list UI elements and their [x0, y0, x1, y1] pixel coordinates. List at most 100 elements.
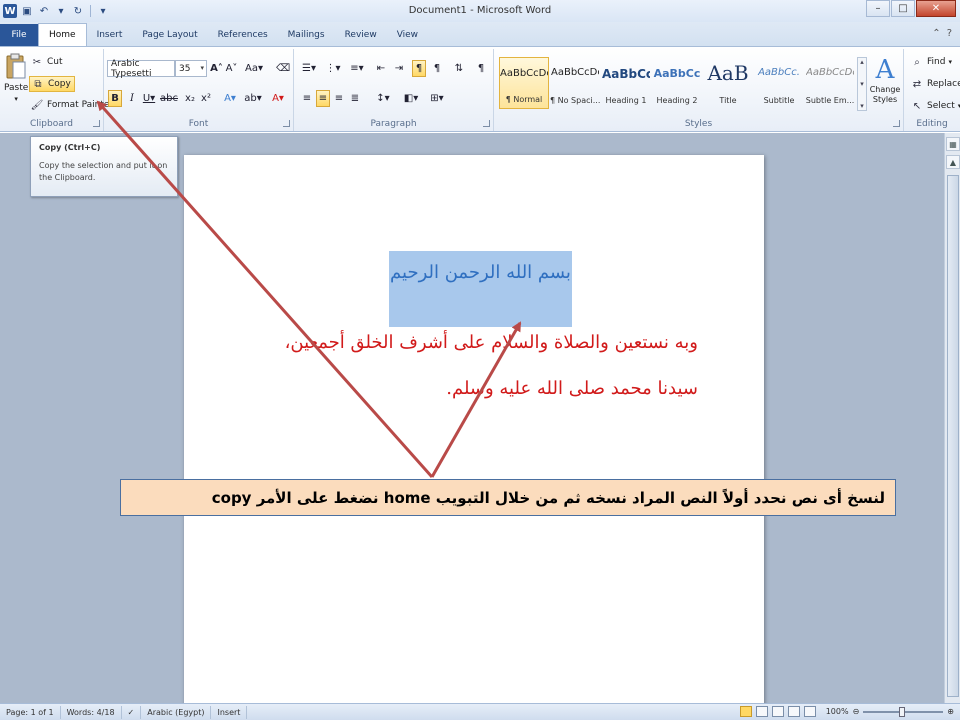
shading-icon[interactable]: ◧▾ [402, 90, 420, 107]
numbering-icon[interactable]: ⋮▾ [324, 60, 342, 77]
ltr-direction-icon[interactable]: ¶ [430, 60, 444, 77]
web-layout-icon[interactable] [771, 706, 784, 717]
tab-view[interactable]: View [387, 24, 428, 46]
text-effects-icon[interactable]: A▾ [222, 90, 238, 107]
customize-qat-icon[interactable]: ▾ [96, 4, 110, 18]
style-label: Heading 2 [656, 96, 698, 105]
underline-icon[interactable]: U▾ [142, 90, 156, 107]
font-launcher-icon[interactable] [283, 120, 290, 127]
shrink-font-icon[interactable]: A˅ [225, 60, 238, 77]
align-center-icon[interactable]: ≡ [316, 90, 330, 107]
zoom-out-icon[interactable]: ⊖ [853, 707, 860, 716]
subscript-icon[interactable]: x₂ [184, 90, 196, 107]
page-count[interactable]: Page: 1 of 1 [0, 705, 61, 719]
scrollbar-thumb[interactable] [947, 175, 959, 697]
paste-button[interactable]: Paste ▾ [4, 53, 28, 103]
document-page[interactable] [184, 155, 764, 715]
maximize-button[interactable]: □ [891, 0, 915, 17]
zoom-level[interactable]: 100% [826, 707, 849, 716]
tab-references[interactable]: References [208, 24, 278, 46]
rtl-direction-icon[interactable]: ¶ [412, 60, 426, 77]
justify-icon[interactable]: ≣ [348, 90, 362, 107]
scroll-up-icon[interactable]: ▴ [860, 58, 864, 66]
grow-font-icon[interactable]: A˄ [210, 60, 223, 77]
document-body-line[interactable]: وبه نستعين والصلاة والسلام على أشرف الخل… [220, 332, 698, 353]
scroll-down-icon[interactable]: ▾ [860, 80, 864, 88]
language-indicator[interactable]: Arabic (Egypt) [141, 705, 212, 719]
styles-launcher-icon[interactable] [893, 120, 900, 127]
font-color-icon[interactable]: A▾ [269, 90, 287, 107]
change-case-icon[interactable]: Aa▾ [245, 60, 263, 77]
font-name-combo[interactable]: Arabic Typesetti [107, 59, 175, 79]
styles-scroll[interactable]: ▴ ▾ ▾ [857, 57, 867, 111]
paste-dropdown-icon[interactable]: ▾ [14, 95, 18, 103]
font-size-combo[interactable]: 35 ▾ [175, 60, 207, 77]
full-screen-reading-icon[interactable] [755, 706, 768, 717]
style-no-spacing[interactable]: AaBbCcDc ¶ No Spaci... [550, 57, 600, 109]
align-right-icon[interactable]: ≡ [332, 90, 346, 107]
minimize-button[interactable]: – [866, 0, 890, 17]
style-subtitle[interactable]: AaBbCc. Subtitle [754, 57, 804, 109]
save-icon[interactable]: ▣ [20, 4, 34, 18]
show-formatting-icon[interactable]: ¶ [474, 60, 488, 77]
strikethrough-icon[interactable]: abc [160, 90, 178, 107]
increase-indent-icon[interactable]: ⇥ [392, 60, 406, 77]
vertical-scrollbar[interactable]: ▦ ▲ [944, 133, 960, 703]
bold-icon[interactable]: B [108, 90, 122, 107]
proofing-icon[interactable]: ✓ [122, 705, 142, 719]
word-count[interactable]: Words: 4/18 [61, 705, 122, 719]
change-styles-button[interactable]: A Change Styles [870, 55, 901, 117]
undo-icon[interactable]: ↶ [37, 4, 51, 18]
style-heading-1[interactable]: AaBbCc Heading 1 [601, 57, 651, 109]
superscript-icon[interactable]: x² [200, 90, 212, 107]
document-heading-line[interactable]: بسم الله الرحمن الرحيم [389, 262, 572, 283]
style-heading-2[interactable]: AaBbCc Heading 2 [652, 57, 702, 109]
align-left-icon[interactable]: ≡ [300, 90, 314, 107]
style-title[interactable]: AaB Title [703, 57, 753, 109]
undo-dropdown-icon[interactable]: ▾ [54, 4, 68, 18]
style-normal[interactable]: AaBbCcDc ¶ Normal [499, 57, 549, 109]
outline-icon[interactable] [787, 706, 800, 717]
paragraph-launcher-icon[interactable] [483, 120, 490, 127]
zoom-slider-knob[interactable] [899, 706, 906, 717]
format-painter-button[interactable]: 🖌 Format Painter [30, 98, 113, 112]
font-size-dropdown-icon[interactable]: ▾ [200, 64, 204, 72]
tab-home[interactable]: Home [38, 23, 87, 46]
zoom-in-icon[interactable]: ⊕ [947, 707, 954, 716]
more-styles-icon[interactable]: ▾ [860, 102, 864, 110]
italic-icon[interactable]: I [126, 90, 138, 107]
tab-insert[interactable]: Insert [87, 24, 133, 46]
line-spacing-icon[interactable]: ↕▾ [374, 90, 392, 107]
replace-button[interactable]: ⇄ Replace [910, 77, 960, 91]
clipboard-launcher-icon[interactable] [93, 120, 100, 127]
minimize-ribbon-icon[interactable]: ⌃ [932, 28, 940, 39]
ruler-toggle-icon[interactable]: ▦ [946, 137, 960, 151]
sort-icon[interactable]: ⇅ [452, 60, 466, 77]
cut-button[interactable]: ✂ Cut [30, 55, 63, 69]
style-subtle-emphasis[interactable]: AaBbCcDc Subtle Em... [805, 57, 855, 109]
tab-page-layout[interactable]: Page Layout [132, 24, 207, 46]
tab-review[interactable]: Review [335, 24, 387, 46]
print-layout-icon[interactable] [739, 706, 752, 717]
tab-mailings[interactable]: Mailings [278, 24, 335, 46]
select-button[interactable]: ↖ Select ▾ [910, 99, 960, 113]
clear-formatting-icon[interactable]: ⌫ [276, 60, 290, 77]
document-body-line[interactable]: سيدنا محمد صلى الله عليه وسلم. [300, 378, 698, 399]
find-button[interactable]: ⌕ Find ▾ [910, 55, 952, 69]
close-button[interactable]: ✕ [916, 0, 956, 17]
draft-icon[interactable] [803, 706, 816, 717]
zoom-slider[interactable] [863, 706, 944, 717]
find-dropdown-icon[interactable]: ▾ [948, 58, 952, 66]
help-icon[interactable]: ? [947, 28, 952, 39]
redo-icon[interactable]: ↻ [71, 4, 85, 18]
insert-mode-indicator[interactable]: Insert [211, 705, 248, 719]
multilevel-list-icon[interactable]: ≡▾ [348, 60, 366, 77]
copy-button[interactable]: ⧉ Copy [29, 76, 75, 92]
tab-file[interactable]: File [0, 24, 38, 46]
borders-icon[interactable]: ⊞▾ [428, 90, 446, 107]
decrease-indent-icon[interactable]: ⇤ [374, 60, 388, 77]
highlight-icon[interactable]: ab▾ [244, 90, 262, 107]
bullets-icon[interactable]: ☰▾ [300, 60, 318, 77]
word-logo-icon[interactable]: W [3, 4, 17, 18]
scroll-up-icon[interactable]: ▲ [946, 155, 960, 169]
